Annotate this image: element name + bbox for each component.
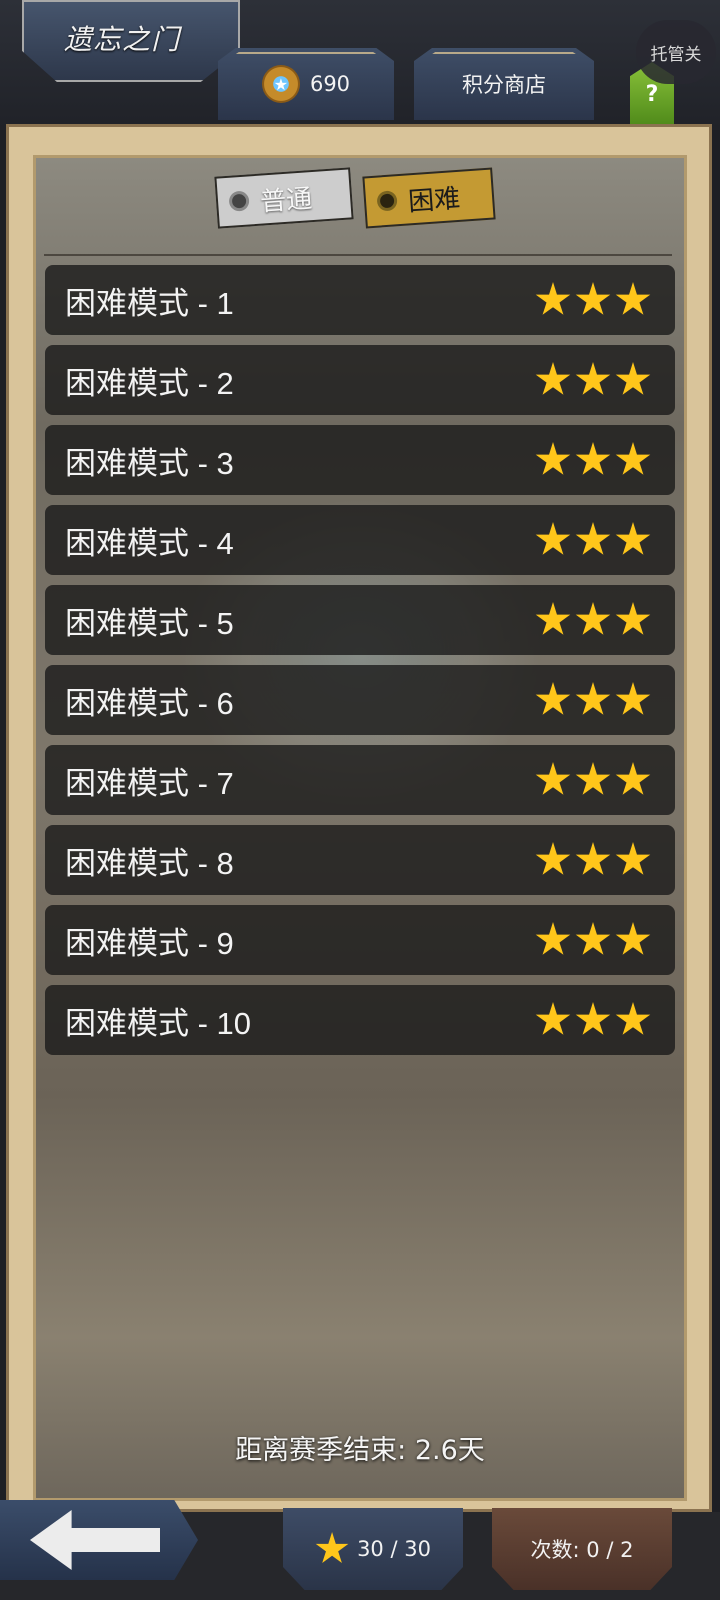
level-row-5[interactable]: 困难模式 - 5: [45, 585, 675, 655]
level-label: 困难模式 - 3: [65, 445, 234, 481]
level-label: 困难模式 - 2: [65, 365, 234, 401]
star-icon: [615, 1002, 651, 1035]
level-row-9[interactable]: 困难模式 - 9: [45, 905, 675, 975]
medal-icon: ★: [261, 65, 300, 103]
page-title: 遗忘之门: [64, 23, 181, 56]
points-shop-label: 积分商店: [462, 73, 546, 97]
star-icon: [535, 442, 571, 475]
star-icon: [535, 1002, 571, 1035]
level-label: 困难模式 - 10: [65, 1005, 252, 1041]
star-icon: [535, 362, 571, 395]
level-label: 困难模式 - 8: [65, 845, 234, 881]
tab-hard-label: 困难: [407, 183, 462, 217]
points-display[interactable]: ★ 690: [218, 48, 394, 120]
level-label: 困难模式 - 5: [65, 605, 234, 641]
points-shop-button[interactable]: 积分商店: [414, 48, 594, 120]
star-icon: [575, 522, 611, 555]
points-value: 690: [309, 72, 351, 96]
level-row-10[interactable]: 困难模式 - 10: [45, 985, 675, 1055]
star-icon: [535, 602, 571, 635]
star-icon: [575, 762, 611, 795]
divider: [44, 254, 672, 256]
star-icon: [615, 442, 651, 475]
level-row-7[interactable]: 困难模式 - 7: [45, 745, 675, 815]
auto-mode-label: 托管关: [650, 44, 702, 65]
star-icon: [575, 362, 611, 395]
rivet-icon: [379, 193, 395, 209]
star-icon: [575, 922, 611, 955]
attempts-value: 次数: 0 / 2: [530, 1538, 634, 1562]
star-icon: [615, 922, 651, 955]
level-stars: [531, 442, 651, 478]
level-stars: [531, 922, 651, 958]
star-icon: [575, 602, 611, 635]
level-stars: [531, 1002, 651, 1038]
level-row-2[interactable]: 困难模式 - 2: [45, 345, 675, 415]
star-icon: [615, 522, 651, 555]
back-button[interactable]: [0, 1500, 198, 1580]
level-stars: [531, 602, 651, 638]
level-stars: [531, 682, 651, 718]
star-icon: [615, 762, 651, 795]
level-label: 困难模式 - 4: [65, 525, 234, 561]
star-icon: [615, 362, 651, 395]
star-icon: [615, 682, 651, 715]
level-row-3[interactable]: 困难模式 - 3: [45, 425, 675, 495]
level-row-1[interactable]: 困难模式 - 1: [45, 265, 675, 335]
tab-normal[interactable]: 普通: [214, 167, 354, 229]
back-arrow-icon: [30, 1510, 160, 1570]
star-icon: [615, 602, 651, 635]
star-icon: [615, 842, 651, 875]
level-row-8[interactable]: 困难模式 - 8: [45, 825, 675, 895]
star-icon: [535, 282, 571, 315]
star-icon: [535, 682, 571, 715]
level-label: 困难模式 - 6: [65, 685, 234, 721]
rivet-icon: [231, 193, 247, 209]
level-row-6[interactable]: 困难模式 - 6: [45, 665, 675, 735]
star-icon: [575, 442, 611, 475]
star-icon: [535, 762, 571, 795]
star-icon: [615, 282, 651, 315]
level-row-4[interactable]: 困难模式 - 4: [45, 505, 675, 575]
help-icon: ?: [645, 81, 659, 107]
star-icon: [535, 842, 571, 875]
star-icon: [575, 842, 611, 875]
level-stars: [531, 842, 651, 878]
auto-mode-button[interactable]: 托管关: [636, 20, 716, 84]
tab-hard[interactable]: 困难: [362, 167, 496, 229]
level-label: 困难模式 - 7: [65, 765, 234, 801]
total-stars-value: 30 / 30: [357, 1537, 431, 1561]
level-label: 困难模式 - 1: [65, 285, 234, 321]
star-icon: [535, 522, 571, 555]
star-icon: [575, 1002, 611, 1035]
tab-normal-label: 普通: [259, 183, 314, 218]
star-icon: [575, 282, 611, 315]
star-icon: [315, 1532, 349, 1563]
level-stars: [531, 522, 651, 558]
title-banner: 遗忘之门: [22, 0, 240, 82]
level-stars: [531, 762, 651, 798]
star-icon: [535, 922, 571, 955]
level-stars: [531, 282, 651, 318]
total-stars-display: 30 / 30: [283, 1508, 463, 1590]
attempts-display: 次数: 0 / 2: [492, 1508, 672, 1590]
level-label: 困难模式 - 9: [65, 925, 234, 961]
level-stars: [531, 362, 651, 398]
star-icon: [575, 682, 611, 715]
season-countdown: 距离赛季结束: 2.6天: [235, 1435, 485, 1466]
